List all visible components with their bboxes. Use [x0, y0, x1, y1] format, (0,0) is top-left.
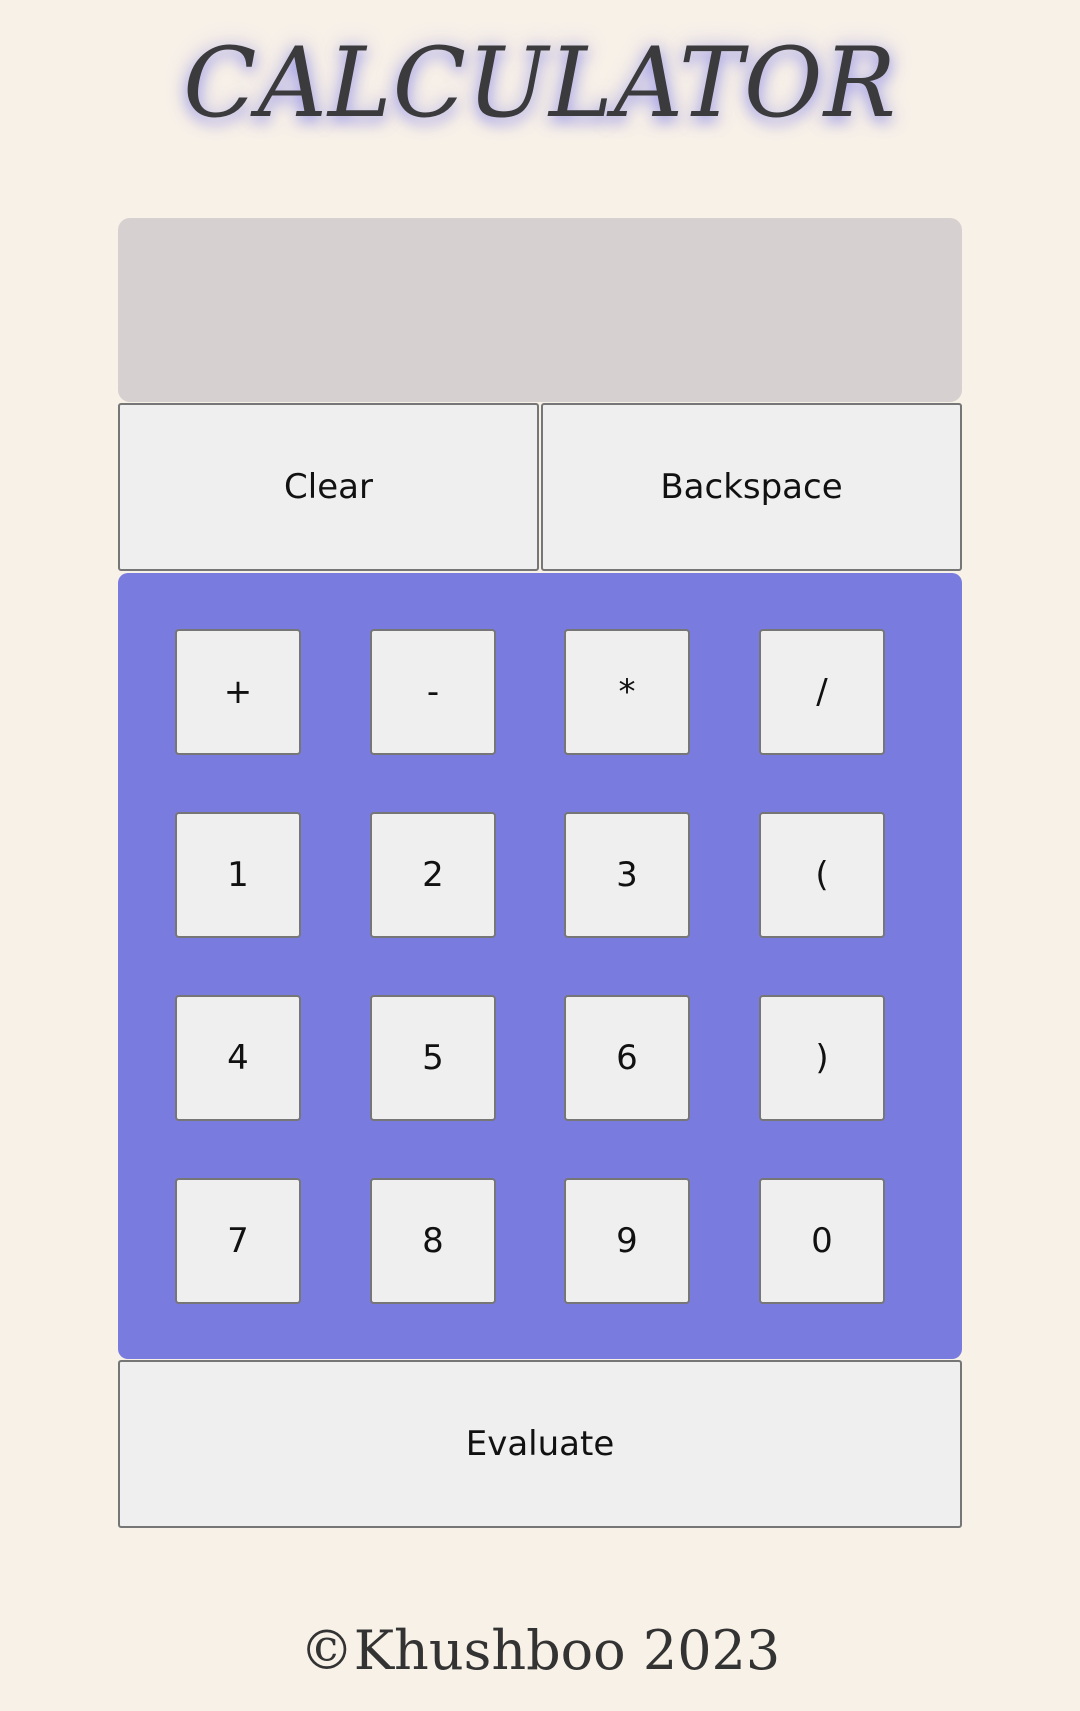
page-title: CALCULATOR — [183, 27, 897, 139]
key-4[interactable]: 4 — [175, 995, 301, 1121]
calculator-display[interactable] — [118, 218, 962, 402]
key-6[interactable]: 6 — [564, 995, 690, 1121]
key-0[interactable]: 0 — [759, 1178, 885, 1304]
key-7[interactable]: 7 — [175, 1178, 301, 1304]
key-2[interactable]: 2 — [370, 812, 496, 938]
key-open-paren[interactable]: ( — [759, 812, 885, 938]
keypad: + - * / 1 2 3 ( 4 5 6 ) 7 8 9 0 — [118, 573, 962, 1359]
clear-button[interactable]: Clear — [118, 403, 539, 571]
key-9[interactable]: 9 — [564, 1178, 690, 1304]
key-1[interactable]: 1 — [175, 812, 301, 938]
key-multiply[interactable]: * — [564, 629, 690, 755]
key-3[interactable]: 3 — [564, 812, 690, 938]
key-divide[interactable]: / — [759, 629, 885, 755]
key-5[interactable]: 5 — [370, 995, 496, 1121]
key-8[interactable]: 8 — [370, 1178, 496, 1304]
key-plus[interactable]: + — [175, 629, 301, 755]
footer-copyright: ©Khushboo 2023 — [299, 1619, 781, 1682]
backspace-button[interactable]: Backspace — [541, 403, 962, 571]
evaluate-button[interactable]: Evaluate — [118, 1360, 962, 1528]
key-close-paren[interactable]: ) — [759, 995, 885, 1121]
key-minus[interactable]: - — [370, 629, 496, 755]
